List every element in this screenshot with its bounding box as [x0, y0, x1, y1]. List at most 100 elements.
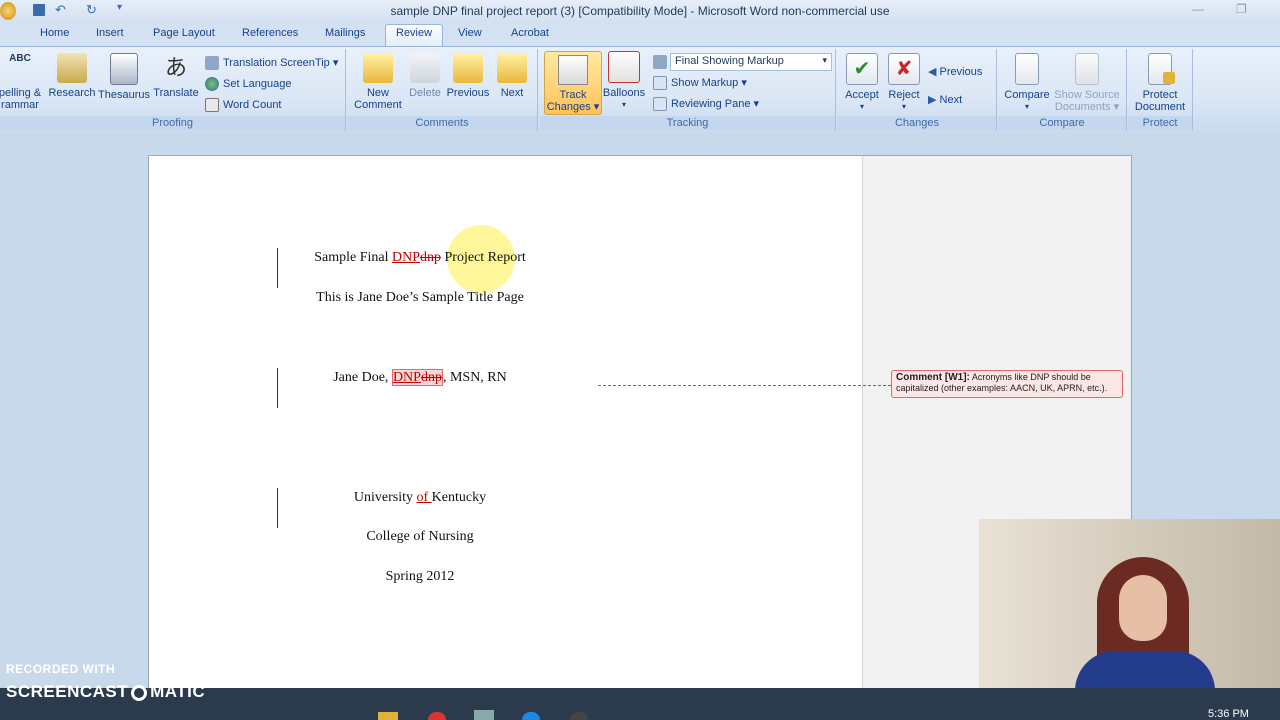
app-icon[interactable]	[428, 712, 446, 720]
previous-comment-label: Previous	[446, 87, 490, 99]
tab-references[interactable]: References	[242, 27, 298, 39]
university-text: University	[353, 490, 417, 505]
title-bar: ↶ ↻ ▾ sample DNP final project report (3…	[0, 0, 1280, 22]
app-icon[interactable]	[570, 712, 588, 720]
research-button[interactable]: Research	[47, 53, 97, 99]
delete-comment-icon	[410, 53, 440, 83]
accept-label: Accept	[845, 89, 879, 101]
word-count-icon	[205, 98, 219, 112]
balloons-label: Balloons	[602, 87, 646, 99]
spelling-label-1: pelling &	[0, 87, 42, 99]
tab-mailings[interactable]: Mailings	[325, 27, 365, 39]
balloons-button[interactable]: Balloons ▾	[600, 51, 648, 111]
folder-icon[interactable]	[378, 712, 398, 720]
doc-college-line[interactable]: College of Nursing	[0, 529, 840, 545]
reject-button[interactable]: ✘ Reject ▾	[884, 53, 924, 113]
compare-icon	[1015, 53, 1039, 85]
show-markup-button[interactable]: Show Markup ▾	[653, 76, 747, 91]
tab-view[interactable]: View	[458, 27, 482, 39]
doc-subtitle-line[interactable]: This is Jane Doe’s Sample Title Page	[0, 290, 840, 306]
word-count-label: Word Count	[223, 98, 282, 111]
ribbon: ABC pelling & rammar Research Thesaurus …	[0, 46, 1280, 134]
protect-group-label: Protect	[1128, 116, 1192, 130]
lock-icon	[1148, 53, 1175, 85]
previous-comment-icon	[453, 53, 483, 83]
next-comment-icon	[497, 53, 527, 83]
tab-home[interactable]: Home	[40, 27, 69, 39]
university-text-end: Kentucky	[431, 490, 487, 505]
display-for-review-select[interactable]: Final Showing Markup ▾	[653, 53, 832, 71]
tab-insert[interactable]: Insert	[96, 27, 124, 39]
comment-connector	[598, 385, 891, 387]
screencast-o-icon	[131, 684, 148, 701]
deleted-text: dnp	[420, 370, 442, 385]
accept-icon: ✔	[846, 53, 878, 85]
screentip-label: Translation ScreenTip	[223, 57, 330, 69]
doc-university-line[interactable]: University of Kentucky	[0, 490, 840, 506]
clock: 5:36 PM	[1208, 708, 1249, 720]
comment-balloon[interactable]: Comment [W1]: Acronyms like DNP should b…	[891, 370, 1123, 398]
delete-comment-button[interactable]: Delete	[405, 53, 445, 99]
translation-screentip-button[interactable]: Translation ScreenTip ▾	[205, 56, 338, 71]
spelling-grammar-button[interactable]: ABC pelling & rammar	[0, 53, 42, 111]
balloons-icon	[608, 51, 640, 83]
show-source-label-1: Show Source	[1054, 89, 1120, 101]
show-source-documents-button[interactable]: Show Source Documents ▾	[1052, 53, 1122, 113]
inserted-text: DNP	[392, 250, 421, 265]
group-compare: Compare ▾ Show Source Documents ▾ Compar…	[998, 49, 1127, 131]
next-change-label: Next	[939, 94, 963, 106]
track-changes-label-1: Track	[559, 89, 587, 101]
app-icon[interactable]	[522, 712, 540, 720]
previous-change-button[interactable]: ◀ Previous	[928, 65, 982, 78]
research-icon	[57, 53, 87, 83]
display-select-icon	[653, 55, 667, 69]
doc-author-line[interactable]: Jane Doe, DNPdnp, MSN, RN	[0, 369, 840, 386]
presenter-face	[1119, 575, 1167, 641]
author-text-end: , MSN, RN	[442, 370, 507, 385]
compare-group-label: Compare	[998, 116, 1126, 130]
ribbon-tabs: Home Insert Page Layout References Maili…	[0, 22, 1280, 47]
show-source-icon	[1075, 53, 1099, 85]
compare-button[interactable]: Compare ▾	[1002, 53, 1052, 113]
word-count-button[interactable]: Word Count	[205, 98, 282, 112]
webcam-overlay	[979, 519, 1280, 695]
next-comment-label: Next	[500, 87, 524, 99]
window-title: sample DNP final project report (3) [Com…	[390, 4, 890, 18]
display-select-value: Final Showing Markup	[675, 55, 784, 67]
new-comment-label-2: Comment	[354, 99, 402, 111]
translate-button[interactable]: あ Translate	[151, 53, 201, 99]
group-changes: ✔ Accept ▾ ✘ Reject ▾ ◀ Previous ▶ Next …	[838, 49, 997, 131]
tab-review[interactable]: Review	[396, 27, 432, 39]
previous-comment-button[interactable]: Previous	[446, 53, 490, 99]
new-comment-label-1: New	[366, 87, 389, 99]
delete-label: Delete	[409, 87, 441, 99]
tab-page-layout[interactable]: Page Layout	[153, 27, 215, 39]
reject-icon: ✘	[888, 53, 920, 85]
screencast-text: SCREENCAST	[6, 682, 129, 701]
set-language-label: Set Language	[223, 77, 292, 90]
track-changes-button[interactable]: Track Changes ▾	[544, 51, 602, 115]
reviewing-pane-button[interactable]: Reviewing Pane ▾	[653, 97, 759, 112]
comment-label: Comment [W1]:	[896, 372, 970, 383]
protect-label-2: Document	[1134, 101, 1186, 113]
set-language-button[interactable]: Set Language	[205, 77, 292, 91]
protect-document-button[interactable]: Protect Document	[1130, 53, 1190, 113]
reviewing-pane-label: Reviewing Pane	[671, 98, 751, 110]
group-proofing: ABC pelling & rammar Research Thesaurus …	[0, 49, 346, 131]
doc-term-line[interactable]: Spring 2012	[0, 569, 840, 585]
doc-title-line[interactable]: Sample Final DNPdnp Project Report	[0, 250, 840, 266]
accept-button[interactable]: ✔ Accept ▾	[840, 53, 884, 113]
new-comment-button[interactable]: New Comment	[352, 53, 404, 111]
spelling-icon: ABC	[9, 53, 31, 64]
tab-acrobat[interactable]: Acrobat	[511, 27, 549, 39]
compare-label: Compare	[1004, 89, 1050, 101]
thesaurus-button[interactable]: Thesaurus	[97, 53, 151, 101]
minimize-icon[interactable]: —	[1192, 2, 1204, 16]
new-comment-icon	[363, 53, 393, 83]
screencast-logo: SCREENCAST MATIC	[6, 682, 205, 702]
next-change-button[interactable]: ▶ Next	[928, 93, 962, 106]
app-icon[interactable]	[474, 710, 494, 720]
restore-icon[interactable]: ❐	[1236, 2, 1247, 16]
chevron-down-icon: ▾	[822, 55, 827, 65]
next-comment-button[interactable]: Next	[492, 53, 532, 99]
